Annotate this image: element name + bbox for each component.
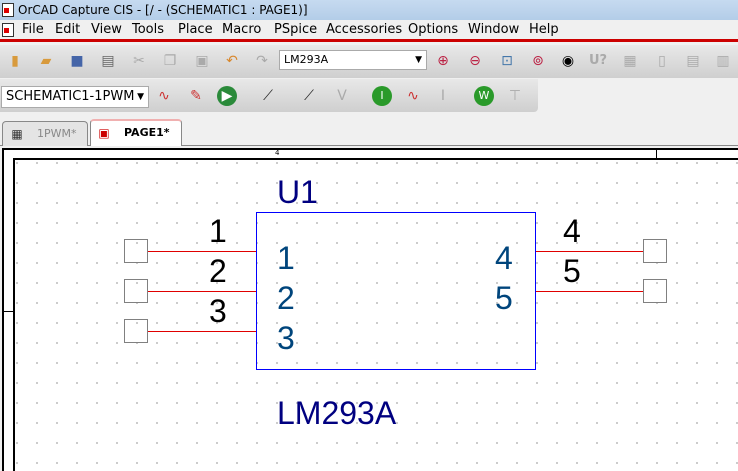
part-body[interactable] [256, 212, 536, 370]
title-bar: OrCAD Capture CIS - [/ - (SCHEMATIC1 : P… [0, 0, 738, 20]
redo-icon[interactable]: ↷ [252, 51, 272, 71]
wire [147, 291, 256, 292]
menu-view[interactable]: View [91, 20, 122, 40]
pin-number: 4 [495, 240, 513, 276]
current-marker-icon[interactable]: ⟋ [299, 86, 319, 106]
edit-simulation-icon[interactable]: ✎ [186, 86, 206, 106]
pin-connector[interactable] [124, 319, 148, 343]
print-icon[interactable]: ▤ [98, 51, 118, 71]
pspice-toolbar: SCHEMATIC1-1PWM ▼ ∿ ✎ ▶ ⟋ ⟋ V I ∿ I W ⊤ [0, 79, 538, 112]
pin-name: 2 [209, 253, 227, 289]
tab-label: 1PWM* [37, 127, 77, 140]
open-folder-icon[interactable]: ▰ [36, 51, 56, 71]
menu-options[interactable]: Options [408, 20, 458, 40]
schematic-combo-value: SCHEMATIC1-1PWM [6, 89, 135, 104]
diff-voltage-icon[interactable]: V [332, 86, 352, 106]
menu-edit[interactable]: Edit [55, 20, 80, 40]
copy-icon[interactable]: ❐ [160, 51, 180, 71]
page-border-left [13, 158, 15, 471]
run-icon[interactable]: ▶ [217, 86, 237, 106]
part-value[interactable]: LM293A [277, 397, 396, 429]
part-combo-value: LM293A [284, 53, 329, 66]
pin-connector[interactable] [124, 239, 148, 263]
part-reference[interactable]: U1 [277, 176, 318, 208]
pin-name: 5 [563, 253, 581, 289]
menu-macro[interactable]: Macro [222, 20, 261, 40]
menu-bar: File Edit View Tools Place Macro PSpice … [0, 20, 738, 42]
voltage-marker-icon[interactable]: ⟋ [258, 86, 278, 106]
document-icon[interactable] [2, 23, 14, 37]
zoom-out-icon[interactable]: ⊖ [465, 51, 485, 71]
window-title: OrCAD Capture CIS - [/ - (SCHEMATIC1 : P… [18, 3, 308, 17]
undo-icon[interactable]: ↶ [222, 51, 242, 71]
part-combo[interactable]: LM293A ▼ [279, 50, 427, 70]
power-probe-icon[interactable]: ⊤ [505, 86, 525, 106]
tab-1pwm[interactable]: ▦ 1PWM* [2, 121, 88, 146]
schematic-canvas[interactable]: 4 U1 LM293A 1 1 2 2 3 3 4 4 5 5 [2, 148, 738, 471]
zoom-in-icon[interactable]: ⊕ [433, 51, 453, 71]
pin-number: 1 [277, 240, 295, 276]
pin-connector[interactable] [643, 239, 667, 263]
pin-number: 2 [277, 280, 295, 316]
app-icon [2, 3, 14, 17]
menu-place[interactable]: Place [178, 20, 213, 40]
pin-number: 5 [495, 280, 513, 316]
power-marker-icon[interactable]: I [433, 86, 453, 106]
new-file-icon[interactable]: ▮ [5, 51, 25, 71]
menu-help[interactable]: Help [529, 20, 559, 40]
new-simulation-icon[interactable]: ∿ [154, 86, 174, 106]
eye-icon[interactable]: ◉ [558, 51, 578, 71]
menu-file[interactable]: File [22, 20, 44, 40]
page-icon: ▣ [98, 126, 110, 140]
schematic-icon: ▦ [11, 127, 23, 141]
zone-divider [656, 150, 657, 159]
view-results-icon[interactable]: ∿ [403, 86, 423, 106]
menu-window[interactable]: Window [468, 20, 519, 40]
paste-icon[interactable]: ▣ [192, 51, 212, 71]
pin-name: 3 [209, 293, 227, 329]
page-border-top [14, 158, 738, 160]
zone-label: 4 [275, 149, 280, 157]
menu-tools[interactable]: Tools [132, 20, 164, 40]
chevron-down-icon: ▼ [415, 55, 422, 65]
save-icon[interactable]: ■ [67, 51, 87, 71]
annotate-icon[interactable]: U? [588, 51, 608, 71]
zoom-area-icon[interactable]: ⊡ [497, 51, 517, 71]
chevron-down-icon: ▼ [137, 92, 144, 102]
wire [147, 331, 256, 332]
pin-number: 3 [277, 320, 295, 356]
wire [536, 251, 644, 252]
cut-icon[interactable]: ✂ [129, 51, 149, 71]
back-annotate-icon[interactable]: ▦ [620, 51, 640, 71]
wire [147, 251, 256, 252]
wire [536, 291, 644, 292]
main-toolbar: ▮ ▰ ■ ▤ ✂ ❐ ▣ ↶ ↷ LM293A ▼ ⊕ ⊖ ⊡ ⊚ ◉ U? … [0, 45, 738, 78]
tab-label: PAGE1* [124, 126, 170, 139]
pin-connector[interactable] [643, 279, 667, 303]
pin-connector[interactable] [124, 279, 148, 303]
zone-divider-left [4, 311, 14, 312]
menu-accessories[interactable]: Accessories [326, 20, 402, 40]
pin-name: 4 [563, 213, 581, 249]
netlist-icon[interactable]: ▤ [683, 51, 703, 71]
bias-power-icon[interactable]: W [474, 86, 494, 106]
bom-icon[interactable]: ▥ [713, 51, 733, 71]
tab-page1[interactable]: ▣ PAGE1* [90, 119, 182, 146]
document-tabs: ▦ 1PWM* ▣ PAGE1* [0, 118, 738, 146]
drc-icon[interactable]: ▯ [652, 51, 672, 71]
bias-current-icon[interactable]: I [372, 86, 392, 106]
menu-pspice[interactable]: PSpice [274, 20, 317, 40]
zoom-all-icon[interactable]: ⊚ [528, 51, 548, 71]
schematic-combo[interactable]: SCHEMATIC1-1PWM ▼ [1, 86, 149, 108]
pin-name: 1 [209, 213, 227, 249]
